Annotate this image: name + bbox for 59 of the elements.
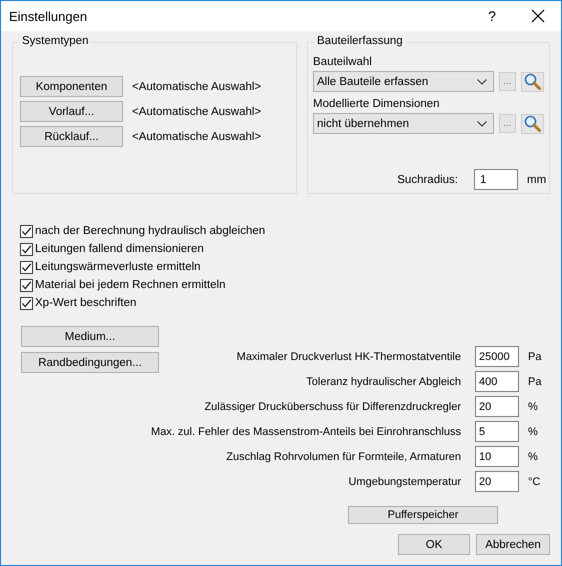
parameter-field[interactable]: 20: [475, 396, 519, 417]
search-button[interactable]: [521, 72, 544, 92]
window-title: Einstellungen: [9, 8, 88, 24]
parameter-field[interactable]: 10: [475, 446, 519, 467]
parameter-field[interactable]: 5: [475, 421, 519, 442]
unit-label: Pa: [527, 376, 542, 388]
system-type-button[interactable]: Rücklauf...: [20, 126, 123, 147]
checkbox-label: nach der Berechnung hydraulisch abgleichen: [35, 225, 266, 237]
buffer-storage-button[interactable]: Pufferspeicher: [348, 506, 498, 524]
group-title: Systemtypen: [19, 35, 92, 47]
parameter-field[interactable]: 400: [475, 371, 519, 392]
more-button[interactable]: ...: [498, 72, 516, 91]
parameter-label: Maximaler Druckverlust HK-Thermostatventile: [236, 350, 461, 362]
unit-label: %: [527, 450, 539, 462]
close-icon: [531, 9, 545, 23]
dropdown[interactable]: Alle Bauteile erfassen: [313, 71, 494, 92]
unit-label: Pa: [527, 350, 542, 362]
system-type-value: <Automatische Auswahl>: [132, 106, 262, 118]
checkbox[interactable]: [20, 278, 33, 292]
parameter-field[interactable]: 20: [475, 471, 519, 492]
unit-label: mm: [526, 174, 544, 186]
parameter-field[interactable]: 25000: [475, 346, 519, 367]
parameter-label: Toleranz hydraulischer Abgleich: [306, 376, 461, 388]
checkbox-label: Xp-Wert beschriften: [35, 297, 136, 309]
unit-label: °C: [527, 476, 542, 488]
unit-label: %: [527, 426, 539, 438]
system-type-button[interactable]: Komponenten: [20, 76, 123, 97]
dialog-button[interactable]: Abbrechen: [476, 534, 550, 555]
checkbox[interactable]: [20, 224, 33, 238]
search-button[interactable]: [521, 114, 544, 134]
dialog-button[interactable]: OK: [398, 534, 470, 555]
search-icon: [524, 115, 542, 132]
field-label: Modellierte Dimensionen: [313, 97, 441, 112]
checkbox[interactable]: [20, 260, 33, 274]
more-button[interactable]: ...: [498, 114, 516, 133]
field-label: Bauteilwahl: [313, 55, 373, 70]
dropdown[interactable]: nicht übernehmen: [313, 113, 494, 134]
settings-button[interactable]: Medium...: [21, 326, 159, 347]
system-type-value: <Automatische Auswahl>: [132, 80, 262, 92]
settings-button[interactable]: Randbedingungen...: [21, 352, 159, 373]
parameter-label: Zulässiger Drucküberschuss für Differenzdruckregler: [204, 400, 461, 412]
chevron-down-icon: [476, 120, 487, 126]
checkbox[interactable]: [20, 296, 33, 310]
checkbox-label: Material bei jedem Rechnen ermitteln: [35, 279, 226, 291]
search-radius-field[interactable]: 1: [474, 169, 518, 190]
checkbox-label: Leitungswärmeverluste ermitteln: [35, 261, 201, 273]
system-type-value: <Automatische Auswahl>: [132, 130, 262, 142]
parameter-label: Zuschlag Rohrvolumen für Formteile, Armaturen: [226, 450, 461, 462]
search-icon: [524, 73, 542, 90]
parameter-label: Max. zul. Fehler des Massenstrom-Anteils bei Einrohranschluss: [151, 426, 461, 438]
group-title: Bauteilerfassung: [314, 35, 406, 47]
checkbox-label: Leitungen fallend dimensionieren: [35, 243, 204, 255]
parameter-label: Umgebungstemperatur: [348, 476, 461, 488]
search-radius-label: Suchradius:: [397, 174, 458, 186]
chevron-down-icon: [476, 78, 487, 84]
checkbox[interactable]: [20, 242, 33, 256]
system-type-button[interactable]: Vorlauf...: [20, 101, 123, 122]
unit-label: %: [527, 400, 539, 412]
help-button[interactable]: ?: [469, 1, 515, 31]
